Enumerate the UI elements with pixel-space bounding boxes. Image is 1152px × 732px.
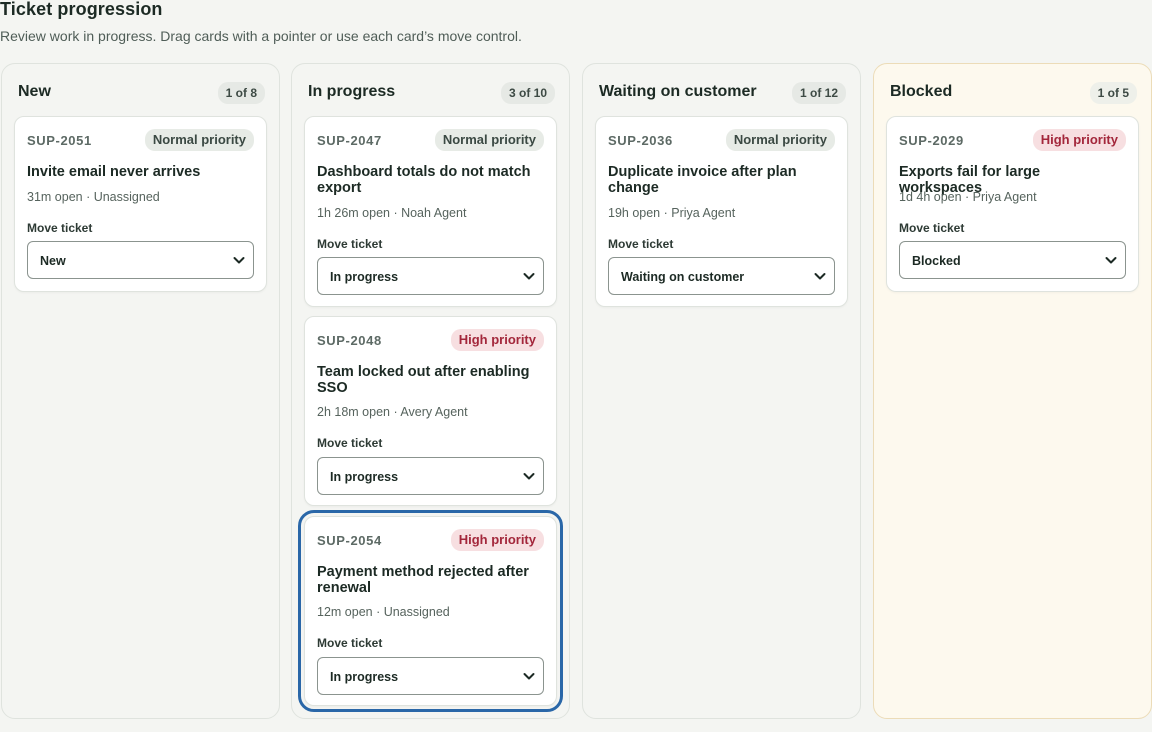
move-ticket-value: Blocked [912,254,961,268]
ticket-id: SUP-2047 [317,133,382,148]
column-title: In progress [308,83,396,100]
ticket-meta: 1d 4h open · Priya Agent [899,190,1037,204]
ticket-card[interactable]: SUP-2036 Normal priority Duplicate invoi… [595,116,848,307]
kanban-board: New 1 of 8 SUP-2051 Normal priority Invi… [0,63,1152,719]
column-header: Waiting on customer 1 of 12 [599,82,846,104]
ticket-title: Invite email never arrives [27,164,201,180]
ticket-card[interactable]: SUP-2048 High priority Team locked out a… [304,316,557,506]
move-ticket-value: In progress [330,270,399,284]
move-ticket-select[interactable]: Blocked [899,241,1126,279]
column-count-badge: 1 of 12 [791,82,846,104]
chevron-down-icon [523,673,535,680]
ticket-meta: 1h 26m open · Noah Agent [317,206,467,220]
chevron-down-icon [814,273,826,280]
move-ticket-label: Move ticket [899,221,965,235]
move-ticket-label: Move ticket [317,636,383,650]
move-ticket-value: New [40,254,66,268]
priority-badge: High priority [450,329,544,351]
ticket-id: SUP-2054 [317,533,382,548]
column-count-badge: 1 of 5 [1089,82,1137,104]
column-count-badge: 1 of 8 [217,82,265,104]
move-ticket-select[interactable]: Waiting on customer [608,257,835,295]
ticket-title: Team locked out after enabling SSO [317,364,530,396]
column-header: In progress 3 of 10 [308,82,555,104]
move-ticket-value: In progress [330,470,399,484]
ticket-meta: 2h 18m open · Avery Agent [317,405,468,419]
ticket-title: Payment method rejected after renewal [317,564,529,596]
priority-badge: Normal priority [434,129,544,151]
column-blocked: Blocked 1 of 5 SUP-2029 High priority Ex… [873,63,1152,719]
move-ticket-select[interactable]: In progress [317,257,544,295]
ticket-card[interactable]: SUP-2051 Normal priority Invite email ne… [14,116,267,292]
column-title: Waiting on customer [599,83,757,100]
column-waiting-on-customer: Waiting on customer 1 of 12 SUP-2036 Nor… [582,63,861,719]
ticket-id: SUP-2036 [608,133,673,148]
column-count-badge: 3 of 10 [500,82,555,104]
ticket-meta: 19h open · Priya Agent [608,206,736,220]
priority-badge: Normal priority [144,129,254,151]
page-title: Ticket progression [0,0,163,19]
ticket-meta: 31m open · Unassigned [27,190,160,204]
column-new: New 1 of 8 SUP-2051 Normal priority Invi… [1,63,280,719]
move-ticket-label: Move ticket [608,237,674,251]
chevron-down-icon [233,257,245,264]
priority-badge: High priority [450,529,544,551]
column-header: New 1 of 8 [18,82,265,104]
column-title: Blocked [890,83,953,100]
chevron-down-icon [523,273,535,280]
ticket-card[interactable]: SUP-2029 High priority Exports fail for … [886,116,1139,292]
move-ticket-value: Waiting on customer [621,270,745,284]
ticket-card[interactable]: SUP-2047 Normal priority Dashboard total… [304,116,557,307]
move-ticket-select[interactable]: In progress [317,657,544,695]
ticket-title: Duplicate invoice after plan change [608,164,797,196]
move-ticket-select[interactable]: In progress [317,457,544,495]
move-ticket-value: In progress [330,670,399,684]
chevron-down-icon [523,473,535,480]
page-subtitle: Review work in progress. Drag cards with… [0,28,522,44]
column-header: Blocked 1 of 5 [890,82,1137,104]
ticket-meta: 12m open · Unassigned [317,605,450,619]
move-ticket-select[interactable]: New [27,241,254,279]
ticket-id: SUP-2048 [317,333,382,348]
move-ticket-label: Move ticket [27,221,93,235]
priority-badge: High priority [1032,129,1126,151]
ticket-id: SUP-2051 [27,133,92,148]
column-in-progress: In progress 3 of 10 SUP-2047 Normal prio… [291,63,570,719]
ticket-id: SUP-2029 [899,133,964,148]
chevron-down-icon [1105,257,1117,264]
priority-badge: Normal priority [725,129,835,151]
ticket-card-focused[interactable]: SUP-2054 High priority Payment method re… [298,510,563,712]
ticket-title: Dashboard totals do not match export [317,164,531,196]
move-ticket-label: Move ticket [317,436,383,450]
move-ticket-label: Move ticket [317,237,383,251]
column-title: New [18,83,51,100]
